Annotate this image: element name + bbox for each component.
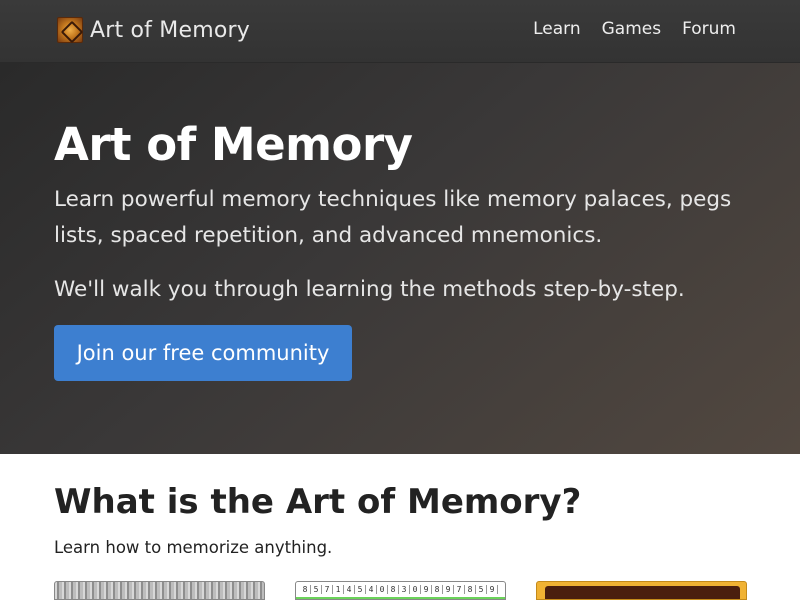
navbar: Art of Memory Learn Games Forum: [0, 0, 800, 63]
card-image-engraving[interactable]: [54, 581, 265, 600]
brand-name: Art of Memory: [90, 17, 250, 43]
hero-title: Art of Memory: [54, 118, 413, 171]
nav-link-games[interactable]: Games: [602, 19, 661, 39]
card-image-digits[interactable]: 8 5 7 1 4 5 4 0 8 3 0 9 8 9 7 8 5 9: [295, 581, 506, 600]
logo-icon: [57, 17, 83, 43]
join-community-button[interactable]: Join our free community: [54, 325, 352, 381]
section-title: What is the Art of Memory?: [54, 482, 582, 522]
hero-subtext: We'll walk you through learning the meth…: [54, 277, 685, 302]
nav-link-learn[interactable]: Learn: [533, 19, 581, 39]
card-image-ornament[interactable]: [536, 581, 747, 600]
digit-strip: 8 5 7 1 4 5 4 0 8 3 0 9 8 9 7 8 5 9: [300, 585, 498, 594]
nav-links: Learn Games Forum: [533, 19, 736, 39]
hero-lead: Learn powerful memory techniques like me…: [54, 187, 732, 248]
hero: Art of Memory Learn powerful memory tech…: [0, 63, 800, 454]
nav-link-forum[interactable]: Forum: [682, 19, 736, 39]
ornament-panel: [545, 586, 740, 599]
brand-link[interactable]: Art of Memory: [57, 17, 250, 43]
section-subtitle: Learn how to memorize anything.: [54, 538, 333, 557]
